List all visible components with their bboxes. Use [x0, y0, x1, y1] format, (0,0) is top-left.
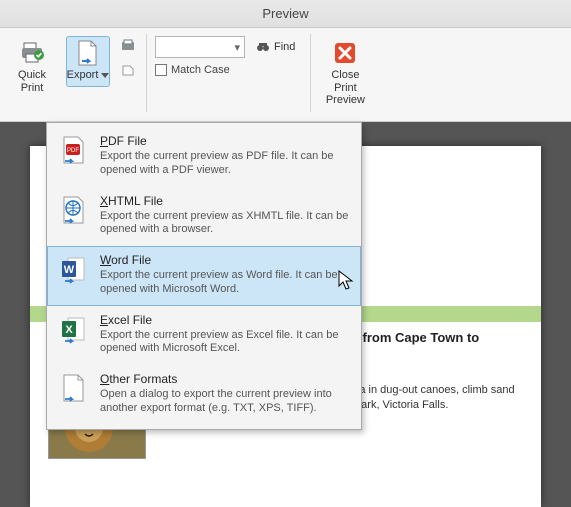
window-title: Preview: [0, 0, 571, 28]
search-input[interactable]: ▾: [155, 36, 245, 58]
export-menu-item-pdf[interactable]: PDF PDF File Export the current preview as…: [47, 127, 361, 187]
menu-item-desc: Export the current preview as PDF file. …: [100, 150, 350, 178]
svg-text:X: X: [65, 324, 73, 336]
printer-icon: [18, 39, 46, 67]
match-case-checkbox[interactable]: Match Case: [155, 64, 302, 76]
svg-text:PDF: PDF: [67, 148, 79, 154]
dropdown-caret-icon: ▾: [234, 41, 240, 54]
ribbon-separator: [146, 34, 147, 112]
export-button[interactable]: Export: [66, 36, 110, 87]
menu-item-title: Excel File: [100, 313, 350, 327]
menu-item-title: Other Formats: [100, 372, 350, 386]
binoculars-icon: [256, 40, 270, 54]
pdf-file-icon: PDF: [58, 134, 90, 166]
checkbox-icon: [155, 64, 167, 76]
find-button[interactable]: Find: [249, 36, 302, 58]
menu-item-title: Word File: [100, 253, 350, 267]
menu-item-desc: Export the current preview as Word file.…: [100, 269, 350, 297]
menu-item-desc: Export the current preview as XHMTL file…: [100, 210, 350, 238]
close-preview-button[interactable]: Close Print Preview: [323, 36, 367, 112]
quick-print-button[interactable]: Quick Print: [10, 36, 54, 99]
xhtml-file-icon: [58, 194, 90, 226]
excel-file-icon: X: [58, 313, 90, 345]
menu-item-title: XHTML File: [100, 194, 350, 208]
close-preview-label: Close Print Preview: [326, 69, 365, 107]
export-menu-item-xhtml[interactable]: XHTML File Export the current preview as …: [47, 187, 361, 247]
export-page-icon: [74, 39, 102, 67]
export-menu-item-excel[interactable]: X Excel File Export the current preview as…: [47, 306, 361, 366]
mouse-cursor-icon: [338, 270, 356, 292]
other-file-icon: [58, 372, 90, 404]
svg-text:W: W: [64, 264, 75, 276]
export-menu: PDF PDF File Export the current preview as…: [46, 122, 362, 430]
menu-item-desc: Export the current preview as Excel file…: [100, 329, 350, 357]
ribbon-separator: [310, 34, 311, 112]
export-menu-item-word[interactable]: W Word File Export the current preview as …: [47, 246, 361, 306]
menu-item-desc: Open a dialog to export the current prev…: [100, 388, 350, 416]
word-file-icon: W: [58, 253, 90, 285]
options-small-button[interactable]: [118, 60, 138, 80]
close-x-icon: [331, 39, 359, 67]
quick-print-label: Quick Print: [18, 69, 46, 94]
chevron-down-icon: [101, 73, 109, 78]
menu-item-title: PDF File: [100, 134, 350, 148]
export-label: Export: [67, 69, 99, 82]
ribbon: Quick Print Export: [0, 28, 571, 122]
quick-export-small-button[interactable]: [118, 36, 138, 56]
export-menu-item-other[interactable]: Other Formats Open a dialog to export the…: [47, 365, 361, 425]
